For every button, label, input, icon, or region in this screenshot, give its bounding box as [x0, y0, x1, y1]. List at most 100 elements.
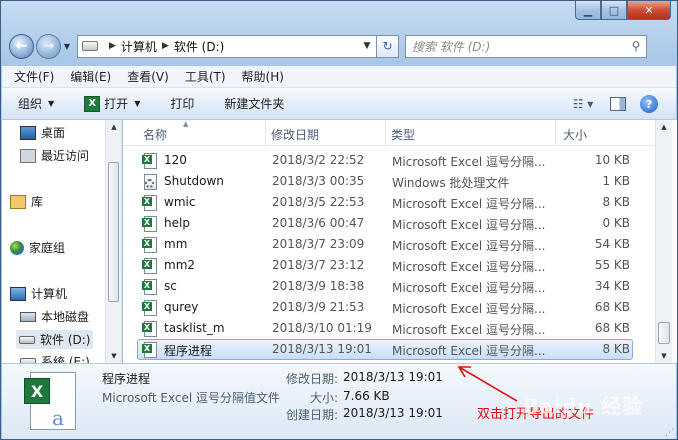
file-row[interactable]: Xsc 2018/3/9 18:38 Microsoft Excel 逗号分隔...…: [137, 276, 633, 297]
new-folder-button[interactable]: 新建文件夹: [224, 95, 284, 112]
file-type: Microsoft Excel 逗号分隔...: [392, 239, 546, 253]
menu-bar: 文件(F) 编辑(E) 查看(V) 工具(T) 帮助(H): [2, 66, 676, 88]
file-size: 34 KB: [594, 279, 630, 293]
chevron-down-icon: ▼: [134, 99, 141, 108]
nav-item-libraries[interactable]: 库: [10, 193, 43, 210]
nav-item-computer[interactable]: 计算机: [10, 285, 67, 302]
drive-icon: [82, 41, 98, 51]
scroll-up-icon[interactable]: ▲: [656, 120, 672, 134]
nav-item-label: 库: [31, 195, 44, 209]
file-row[interactable]: X 程序进程 2018/3/13 19:01 Microsoft Excel 逗号分隔…: [137, 339, 633, 360]
nav-scrollbar[interactable]: ▲ ▼: [105, 120, 121, 363]
nav-scroll-thumb[interactable]: [108, 162, 119, 302]
nav-item-desktop[interactable]: 桌面: [20, 124, 65, 141]
resize-grip-icon[interactable]: ⋰: [665, 428, 674, 438]
refresh-icon: ↻: [382, 39, 393, 53]
column-divider[interactable]: [265, 120, 266, 146]
file-list-pane: ▲ 名称 修改日期 类型 大小 X 120 2018/3/2 22:52 Micros…: [123, 120, 677, 363]
excel-csv-icon: X: [142, 216, 158, 232]
file-size: 55 KB: [594, 258, 630, 272]
file-size: 68 KB: [594, 321, 630, 335]
refresh-button[interactable]: ↻: [377, 34, 399, 58]
menu-file[interactable]: 文件(F): [14, 68, 54, 85]
forward-button[interactable]: →: [36, 33, 61, 59]
close-button[interactable]: ✕: [627, 1, 671, 20]
file-date: 2018/3/9 21:53: [272, 300, 365, 314]
excel-csv-icon: X: [142, 300, 158, 316]
menu-tools[interactable]: 工具(T): [185, 68, 226, 85]
excel-csv-icon: X: [142, 237, 158, 253]
open-button[interactable]: X 打开 ▼: [84, 95, 140, 112]
column-header-name[interactable]: 名称: [143, 126, 167, 143]
watermark: Baidu 经验: [522, 394, 643, 418]
file-type: Microsoft Excel 逗号分隔...: [392, 281, 546, 295]
file-type: Microsoft Excel 逗号分隔...: [392, 197, 546, 211]
file-type: Windows 批处理文件: [392, 176, 510, 190]
library-icon: [10, 194, 26, 209]
nav-item-label: 计算机: [31, 287, 68, 301]
scroll-up-icon[interactable]: ▲: [106, 120, 121, 134]
file-row[interactable]: X 120 2018/3/2 22:52 Microsoft Excel 逗号分隔..…: [137, 150, 633, 171]
menu-view[interactable]: 查看(V): [127, 68, 169, 85]
breadcrumb-software-d[interactable]: 软件 (D:): [174, 38, 224, 55]
change-view-icon[interactable]: ☷ ▾: [570, 95, 596, 113]
scroll-down-icon[interactable]: ▼: [106, 349, 121, 363]
nav-item-system-e[interactable]: 系统 (E:): [20, 353, 90, 363]
file-name: help: [164, 216, 190, 230]
file-row[interactable]: Shutdown 2018/3/3 00:35 Windows 批处理文件 1 KB: [137, 171, 633, 192]
nav-item-recent[interactable]: 最近访问: [20, 147, 89, 164]
address-bar[interactable]: ▶ 计算机 ▶ 软件 (D:) ▼: [77, 34, 377, 58]
column-header-type[interactable]: 类型: [391, 126, 415, 143]
address-row: ← → ▼ ▶ 计算机 ▶ 软件 (D:) ▼ ↻ 搜索 软件 (D:) ⚲: [9, 31, 669, 61]
maximize-button[interactable]: □: [601, 1, 627, 20]
nav-item-label: 家庭组: [29, 241, 66, 255]
back-arrow-icon: ←: [15, 38, 28, 54]
minimize-button[interactable]: ▁: [575, 1, 601, 20]
address-dropdown-icon[interactable]: ▼: [358, 36, 376, 57]
organize-button[interactable]: 组织 ▼: [18, 95, 54, 112]
file-row[interactable]: Xtasklist_m 2018/3/10 01:19 Microsoft Exce…: [137, 318, 633, 339]
nav-item-local-disk[interactable]: 本地磁盘: [20, 308, 89, 325]
file-row[interactable]: Xwmic 2018/3/5 22:53 Microsoft Excel 逗号分隔.…: [137, 192, 633, 213]
preview-pane-icon[interactable]: [610, 97, 626, 111]
desktop-icon: [20, 125, 36, 140]
search-input[interactable]: 搜索 软件 (D:) ⚲: [405, 34, 647, 58]
nav-item-label: 最近访问: [41, 149, 90, 163]
file-name: sc: [164, 279, 177, 293]
file-scroll-thumb[interactable]: [658, 322, 670, 344]
file-type: Microsoft Excel 逗号分隔...: [392, 260, 546, 274]
breadcrumb-computer[interactable]: 计算机: [121, 38, 157, 55]
column-header-size[interactable]: 大小: [563, 126, 587, 143]
explorer-window: ▁ □ ✕ ← → ▼ ▶ 计算机 ▶ 软件 (D:) ▼ ↻ 搜索 软件 (D…: [0, 0, 678, 440]
menu-edit[interactable]: 编辑(E): [70, 68, 111, 85]
file-list-scrollbar[interactable]: ▲ ▼: [655, 120, 672, 363]
nav-item-software-d[interactable]: 软件 (D:): [16, 330, 94, 349]
column-header-date[interactable]: 修改日期: [271, 126, 319, 143]
details-file-type: Microsoft Excel 逗号分隔值文件: [102, 391, 281, 405]
column-divider[interactable]: [555, 120, 556, 146]
back-button[interactable]: ←: [9, 33, 34, 59]
help-icon[interactable]: ?: [640, 95, 658, 113]
file-row[interactable]: Xmm 2018/3/7 23:09 Microsoft Excel 逗号分隔...…: [137, 234, 633, 255]
column-divider[interactable]: [385, 120, 386, 146]
print-button[interactable]: 打印: [170, 95, 194, 112]
nav-item-label: 桌面: [41, 126, 66, 140]
file-date: 2018/3/5 22:53: [272, 195, 365, 209]
scroll-down-icon[interactable]: ▼: [656, 349, 672, 363]
menu-help[interactable]: 帮助(H): [242, 68, 284, 85]
file-row[interactable]: Xqurey 2018/3/9 21:53 Microsoft Excel 逗号分隔…: [137, 297, 633, 318]
file-name: 程序进程: [164, 344, 213, 358]
print-label: 打印: [170, 97, 195, 111]
nav-item-homegroup[interactable]: 家庭组: [10, 239, 65, 256]
excel-csv-icon: X: [142, 321, 158, 337]
file-name: mm: [164, 237, 188, 251]
chevron-right-icon[interactable]: ▶: [162, 41, 169, 51]
recent-pages-dropdown[interactable]: ▼: [61, 42, 73, 51]
new-folder-label: 新建文件夹: [224, 97, 285, 111]
file-row[interactable]: Xmm2 2018/3/7 23:12 Microsoft Excel 逗号分隔..…: [137, 255, 633, 276]
search-icon[interactable]: ⚲: [626, 39, 646, 53]
chevron-right-icon[interactable]: ▶: [109, 41, 116, 51]
file-name: wmic: [164, 195, 196, 209]
drive-icon: [19, 335, 35, 344]
file-row[interactable]: Xhelp 2018/3/6 00:47 Microsoft Excel 逗号分隔.…: [137, 213, 633, 234]
